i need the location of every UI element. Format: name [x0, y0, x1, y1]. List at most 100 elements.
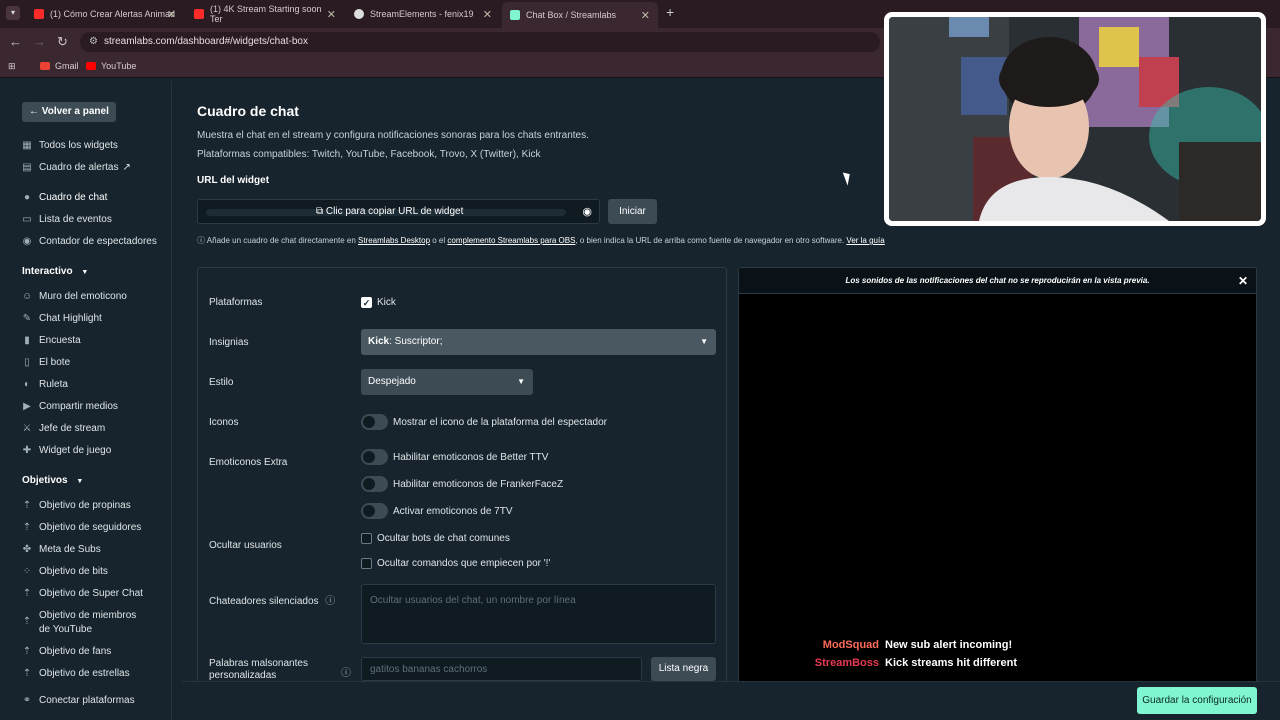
bad-words-input[interactable]: gatitos bananas cachorros: [361, 657, 642, 681]
close-icon[interactable]: ✕: [1238, 268, 1248, 294]
browser-tab-4-active[interactable]: Chat Box / Streamlabs ✕: [502, 2, 658, 28]
reload-icon[interactable]: ↻: [57, 34, 68, 50]
page-title: Cuadro de chat: [197, 103, 299, 119]
sidebar-item-stars-goal[interactable]: ⇡ Objetivo de estrellas: [22, 668, 130, 679]
show-url-eye-icon[interactable]: ◉: [582, 205, 592, 218]
chat-preview: Los sonidos de las notificaciones del ch…: [738, 267, 1257, 697]
bookmark-gmail[interactable]: Gmail: [40, 61, 79, 71]
sidebar-item-wheel[interactable]: ◐ Ruleta: [22, 379, 68, 390]
platform-icon-toggle-label: Mostrar el icono de la plataforma del es…: [393, 417, 608, 428]
sidebar-item-bits-goal[interactable]: ⁘ Objetivo de bits: [22, 566, 108, 577]
muted-chatters-text: Chateadores silenciados: [209, 596, 319, 607]
obs-plugin-link[interactable]: complemento Streamlabs para OBS: [447, 236, 575, 245]
back-to-dashboard-button[interactable]: ← Volver a panel: [22, 102, 116, 122]
sidebar-item-label: Compartir medios: [39, 401, 118, 412]
new-tab-icon[interactable]: +: [666, 4, 674, 20]
sidebar-item-label: Objetivo de fans: [39, 646, 112, 657]
sidebar-item-sub-goal[interactable]: ✤ Meta de Subs: [22, 544, 101, 555]
tab-title: Chat Box / Streamlabs: [526, 10, 617, 20]
caret-down-icon: ▼: [76, 478, 84, 485]
streamlabs-desktop-link[interactable]: Streamlabs Desktop: [358, 236, 430, 245]
info-line: ⓘ Añade un cuadro de chat directamente e…: [197, 235, 885, 246]
sidebar-item-emote-wall[interactable]: ☺ Muro del emoticono: [22, 291, 127, 302]
boss-icon: ⚔: [22, 422, 32, 434]
blacklist-button[interactable]: Lista negra: [651, 657, 716, 681]
sidebar-item-jar[interactable]: ▯ El bote: [22, 357, 70, 368]
hide-commands-checkbox[interactable]: [361, 558, 372, 569]
back-arrow-icon[interactable]: ←: [9, 34, 22, 49]
icons-label: Iconos: [209, 417, 239, 428]
close-icon[interactable]: ✕: [327, 8, 336, 21]
emote-icon: ☺: [22, 290, 33, 302]
sidebar-item-follower-goal[interactable]: ⇡ Objetivo de seguidores: [22, 522, 142, 533]
sidebar-item-chat-highlight[interactable]: ✎ Chat Highlight: [22, 313, 102, 324]
sidebar-item-stream-boss[interactable]: ⚔ Jefe de stream: [22, 422, 106, 434]
webcam-scene: [889, 17, 1261, 221]
sidebar-item-event-list[interactable]: ▭ Lista de eventos: [22, 214, 112, 225]
widget-url-field[interactable]: ⧉ Clic para copiar URL de widget ◉: [197, 199, 600, 224]
close-icon[interactable]: ✕: [167, 8, 176, 21]
style-select[interactable]: Despejado ▼: [361, 369, 533, 395]
sidebar-item-yt-members-goal[interactable]: ⇡ Objetivo de miembros de YouTube: [22, 609, 152, 637]
platform-icon-toggle[interactable]: [361, 414, 388, 430]
browser-tab-3[interactable]: StreamElements - fenix19 ✕: [346, 4, 500, 24]
sidebar-item-tip-goal[interactable]: ⇡ Objetivo de propinas: [22, 500, 131, 511]
kick-checkbox[interactable]: ✓: [361, 297, 372, 308]
back-label: Volver a panel: [41, 106, 109, 117]
bttv-toggle[interactable]: [361, 449, 388, 465]
browser-tab-2[interactable]: (1) 4K Stream Starting soon Ter ✕: [186, 4, 344, 24]
sidebar-item-alert-box[interactable]: ▤ Cuadro de alertas ↗: [22, 162, 131, 173]
hide-bots-checkbox[interactable]: [361, 533, 372, 544]
tab-search-icon[interactable]: ▾: [6, 6, 20, 20]
copy-url-button[interactable]: ⧉ Clic para copiar URL de widget: [316, 206, 463, 217]
sidebar-item-label: Meta de Subs: [39, 544, 101, 555]
ffz-toggle[interactable]: [361, 476, 388, 492]
sidebar-item-label: Jefe de stream: [39, 423, 106, 434]
info-icon[interactable]: ⓘ: [341, 664, 351, 679]
hide-bots-label: Ocultar bots de chat comunes: [377, 533, 510, 544]
sidebar-item-superchat-goal[interactable]: ⇡ Objetivo de Super Chat: [22, 588, 143, 599]
sidebar-item-media-share[interactable]: ▶ Compartir medios: [22, 401, 118, 412]
guide-link[interactable]: Ver la guía: [846, 236, 884, 245]
gmail-icon: [40, 62, 50, 70]
badges-select[interactable]: Kick: Suscriptor; ▼: [361, 329, 716, 355]
info-icon[interactable]: ⓘ: [325, 596, 335, 607]
7tv-toggle[interactable]: [361, 503, 388, 519]
link-icon: ⚭: [22, 694, 32, 706]
bookmark-youtube[interactable]: YouTube: [86, 61, 136, 71]
superchat-icon: ⇡: [22, 587, 32, 599]
section-objetivos[interactable]: Objetivos ▼: [22, 475, 83, 486]
sidebar-item-all-widgets[interactable]: ▦ Todos los widgets: [22, 140, 118, 151]
sidebar-item-connect-platforms[interactable]: ⚭ Conectar plataformas: [22, 695, 135, 706]
close-icon[interactable]: ✕: [483, 8, 492, 21]
eye-icon: ◉: [22, 235, 32, 247]
platforms-label: Plataformas: [209, 297, 263, 308]
sidebar-item-poll[interactable]: ▮ Encuesta: [22, 334, 80, 346]
save-settings-button[interactable]: Guardar la configuración: [1137, 687, 1257, 714]
info-text-3: , o bien indica la URL de arriba como fu…: [575, 236, 847, 245]
footer-bar: Guardar la configuración: [182, 681, 1280, 720]
browser-tab-1[interactable]: (1) Cómo Crear Alertas Animad ✕: [26, 4, 184, 24]
info-icon: ⓘ: [197, 236, 207, 245]
sidebar-item-fans-goal[interactable]: ⇡ Objetivo de fans: [22, 646, 111, 657]
section-title: Interactivo: [22, 266, 73, 277]
forward-arrow-icon[interactable]: →: [33, 34, 46, 49]
wheel-icon: ◐: [23, 378, 31, 390]
info-text-1: Añade un cuadro de chat directamente en: [206, 236, 358, 245]
sidebar-item-label: Objetivo de bits: [39, 566, 108, 577]
sidebar-item-label: Widget de juego: [39, 445, 112, 456]
site-info-icon[interactable]: ⚙: [89, 32, 98, 52]
muted-chatters-input[interactable]: Ocultar usuarios del chat, un nombre por…: [361, 584, 716, 644]
poll-icon: ▮: [24, 334, 30, 346]
sidebar-item-viewer-count[interactable]: ◉ Contador de espectadores: [22, 236, 157, 247]
webcam-image: [889, 17, 1261, 221]
webcam-overlay: [884, 12, 1266, 226]
apps-grid-icon[interactable]: ⊞: [8, 61, 16, 72]
sidebar-item-chat-box[interactable]: ● Cuadro de chat: [22, 192, 107, 203]
url-input[interactable]: ⚙ streamlabs.com/dashboard#/widgets/chat…: [80, 32, 880, 52]
start-button[interactable]: Iniciar: [608, 199, 657, 224]
section-interactivo[interactable]: Interactivo ▼: [22, 266, 88, 277]
caret-down-icon: ▼: [517, 377, 525, 386]
sidebar-item-game-widget[interactable]: ✚ Widget de juego: [22, 445, 111, 456]
close-icon[interactable]: ✕: [641, 9, 650, 22]
